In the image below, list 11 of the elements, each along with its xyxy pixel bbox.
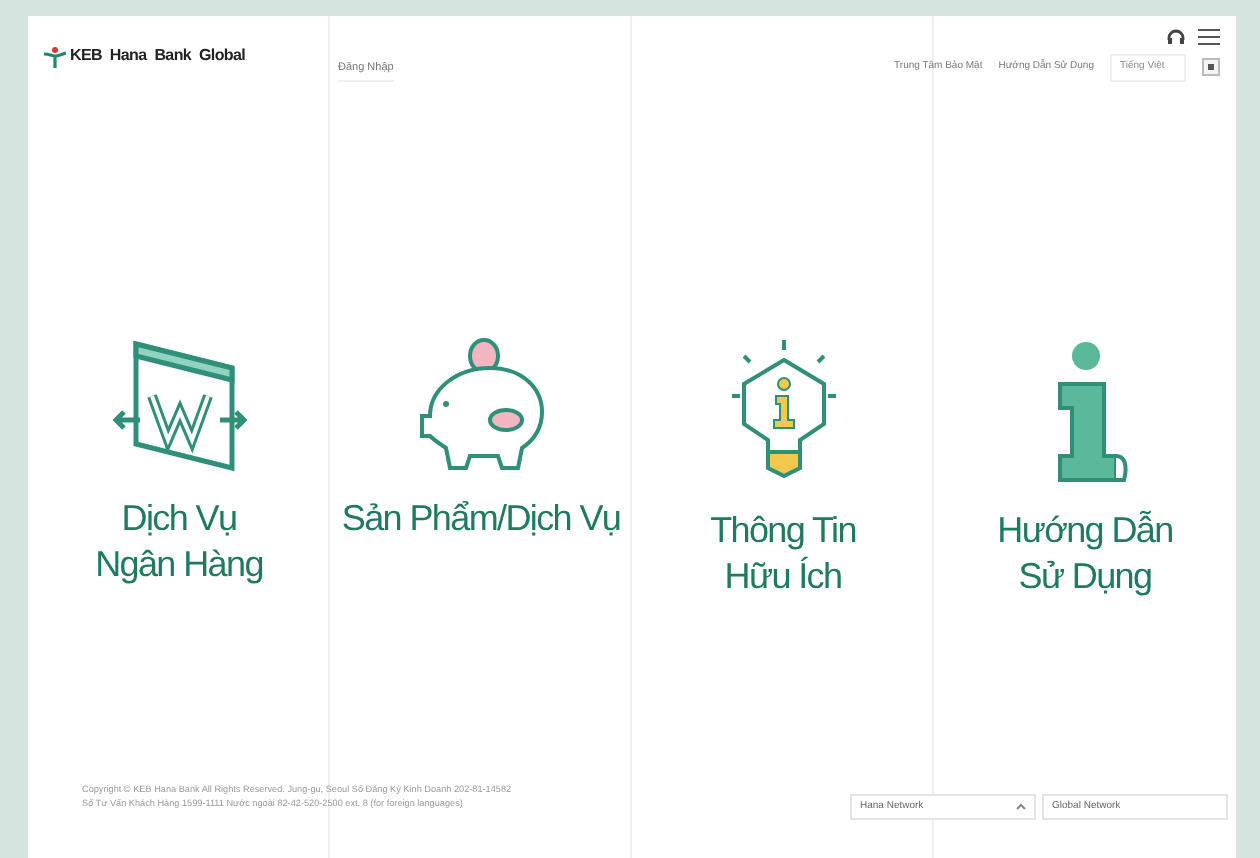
headset-icon[interactable] [1166,28,1186,48]
currency-window-icon [107,336,251,476]
square-icon [1206,62,1216,73]
menu-label[interactable]: Thông Tin Hữu Ích [710,508,856,602]
dropdown-button[interactable] [1202,58,1220,77]
menu-label[interactable]: Hướng Dẫn Sử Dụng [997,508,1173,602]
logo[interactable]: KEB Hana Bank Global [28,16,330,68]
menu-label[interactable]: Sản Phẩm/Dịch Vụ [341,496,621,543]
caret-icon [1016,802,1026,812]
menu-label[interactable]: Dịch Vụ Ngân Hàng [95,496,263,590]
menu-icon[interactable] [1198,28,1220,46]
